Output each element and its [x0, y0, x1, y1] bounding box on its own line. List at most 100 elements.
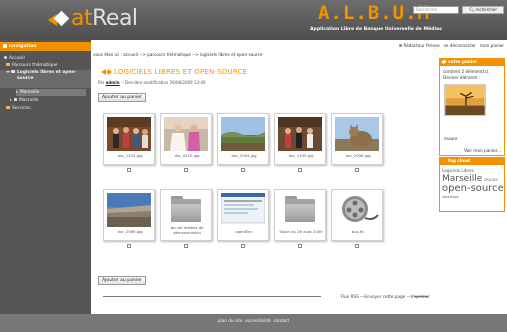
media-thumbnail[interactable]: Salon du 26 aout 2009 [274, 189, 326, 241]
photo-landscape-image [221, 117, 265, 151]
media-thumbnail[interactable]: dsc_2094.jpg [217, 113, 269, 165]
thumbnail-caption: dsc_2096.jpg [345, 153, 371, 158]
select-checkbox[interactable] [184, 168, 188, 172]
search-input[interactable]: Recherche [413, 6, 459, 14]
search-button[interactable]: 🔍︎ rechercher [462, 6, 504, 14]
folder-icon [6, 63, 10, 66]
thumbnail-caption: Salon du 26 aout 2009 [279, 229, 323, 234]
select-checkbox[interactable] [298, 244, 302, 248]
sidebar-item-parcours[interactable]: Parcours thématique [0, 63, 91, 69]
page-title-text: LOGICIELS LIBRES ET OPEN-SOURCE [114, 68, 248, 76]
basket-panel-heading: votre panier [439, 58, 505, 66]
select-checkbox[interactable] [298, 168, 302, 172]
page-title: LOGICIELS LIBRES ET OPEN-SOURCE [101, 68, 247, 76]
sidebar-item-accueil[interactable]: Accueil [0, 56, 91, 62]
contact-link[interactable]: contact [273, 318, 289, 323]
select-checkbox[interactable] [184, 244, 188, 248]
media-thumbnail[interactable]: openElec [217, 189, 269, 241]
select-checkbox[interactable] [355, 244, 359, 248]
select-checkbox[interactable] [241, 168, 245, 172]
logo-text-part1: at [71, 6, 93, 31]
site-footer: plan du site accessibilité contact [0, 314, 507, 332]
footer-divider [103, 296, 321, 297]
tag-cloud-heading: tag cloud [439, 157, 505, 165]
breadcrumb: vous êtes ici : accueil --> parcours thé… [93, 52, 263, 57]
view-basket-link[interactable]: Voir mon panier... [464, 148, 501, 154]
select-checkbox[interactable] [241, 244, 245, 248]
thumbnail-caption: openElec [235, 229, 253, 234]
photo-group-image [107, 117, 151, 151]
add-to-basket-button-bottom[interactable]: Ajouter au panier [98, 276, 146, 285]
atreal-logo[interactable]: atReal [48, 8, 138, 30]
send-page-link[interactable]: Envoyer cette page [364, 294, 405, 299]
sidebar-item-label: Services [12, 106, 31, 111]
sidebar-item-label: Marseille [20, 90, 40, 95]
sidebar-item-logiciels[interactable]: Logiciels libres et open-source [0, 70, 91, 88]
chevron-right-icon [16, 90, 18, 93]
photo-bride-image [164, 117, 208, 151]
folder-icon [285, 196, 315, 222]
tag-link[interactable]: ORLUDS [484, 178, 498, 182]
item-icon [14, 98, 17, 101]
author-link[interactable]: admin [106, 80, 120, 85]
atreal-logo-icon [48, 9, 70, 29]
select-checkbox[interactable] [127, 168, 131, 172]
select-checkbox[interactable] [127, 244, 131, 248]
meta-prefix: Par [98, 80, 105, 85]
sidebar-item-services[interactable]: Services [0, 106, 91, 112]
media-thumbnail[interactable]: dsc_2069.jpg [103, 189, 155, 241]
user-role[interactable]: Rédacteur Presse [403, 43, 439, 48]
tag-link[interactable]: open-source [442, 183, 504, 194]
accessibility-link[interactable]: accessibilité [245, 318, 271, 323]
media-thumbnail[interactable]: dsc_2096.jpg [331, 113, 383, 165]
sidebar-subitem-marseille-1[interactable]: Marseille [16, 89, 86, 96]
tag-link[interactable]: reportage [442, 195, 459, 199]
sidebar-item-marseille-2[interactable]: Marseille [0, 98, 91, 104]
navigation-icon [3, 44, 7, 48]
media-thumbnail[interactable]: bus.flv [331, 189, 383, 241]
folder-icon [171, 196, 201, 222]
meta-date: -- Dernière modification 26/06/2009 13:4… [120, 80, 206, 85]
basket-panel-title: votre panier [448, 59, 478, 64]
tag-link[interactable]: Logiciels Libres [442, 168, 474, 173]
thumbnail-caption: dsc_2094.jpg [231, 153, 257, 158]
expanded-chevron-icon [6, 70, 10, 73]
user-bar: Rédacteur Presse se déconnecter mon pani… [399, 43, 504, 48]
tag-cloud-title: tag cloud [448, 158, 471, 163]
page-icon [11, 70, 15, 73]
media-thumbnail[interactable]: dsc_0510.jpg [160, 113, 212, 165]
search-icon: 🔍︎ [469, 7, 475, 12]
basket-panel: contient 2 élément(s). Dernier élément :… [439, 66, 505, 156]
thumbnail-caption: bus.flv [351, 229, 365, 234]
thumbnail-caption: Jeu de médias de démonstration [170, 225, 204, 235]
user-icon [399, 44, 403, 47]
page-meta: Par admin -- Dernière modification 26/06… [98, 80, 205, 85]
media-thumbnail[interactable]: dsc_1432.jpg [103, 113, 155, 165]
rss-link[interactable]: Flux RSS [340, 294, 358, 299]
add-to-basket-button-top[interactable]: Ajouter au panier [98, 93, 146, 102]
sidebar-item-label: Logiciels libres et open-source [17, 70, 77, 81]
my-basket-link[interactable]: mon panier [480, 43, 504, 48]
thumbnail-caption: dsc_0510.jpg [174, 153, 200, 158]
media-thumbnail[interactable]: Jeu de médias de démonstration [160, 189, 212, 241]
screenshot-image [221, 193, 265, 224]
sidebar-item-label: Marseille [19, 98, 39, 103]
logo-text-part2: Real [92, 6, 138, 31]
media-thumbnail[interactable]: dsc_1435.jpg [274, 113, 326, 165]
sidebar-item-label: Accueil [9, 56, 25, 61]
logout-link[interactable]: se déconnecter [444, 43, 476, 48]
sidebar-item-label: Parcours thématique [12, 63, 58, 68]
select-checkbox[interactable] [355, 168, 359, 172]
thumbnail-caption: dsc_2069.jpg [117, 229, 143, 234]
basket-last-label: Dernier élément : [443, 74, 480, 80]
photo-cat-image [335, 117, 379, 151]
photo-group-image [278, 117, 322, 151]
basket-item-caption: maure [444, 136, 458, 141]
basket-last-item-image[interactable] [444, 84, 486, 116]
home-icon [4, 56, 7, 59]
photo-city-image [107, 193, 151, 227]
navigation-heading-label: navigation [9, 44, 37, 49]
folder-icon [6, 106, 10, 109]
sitemap-link[interactable]: plan du site [218, 318, 243, 323]
search-button-label: rechercher [475, 7, 497, 12]
